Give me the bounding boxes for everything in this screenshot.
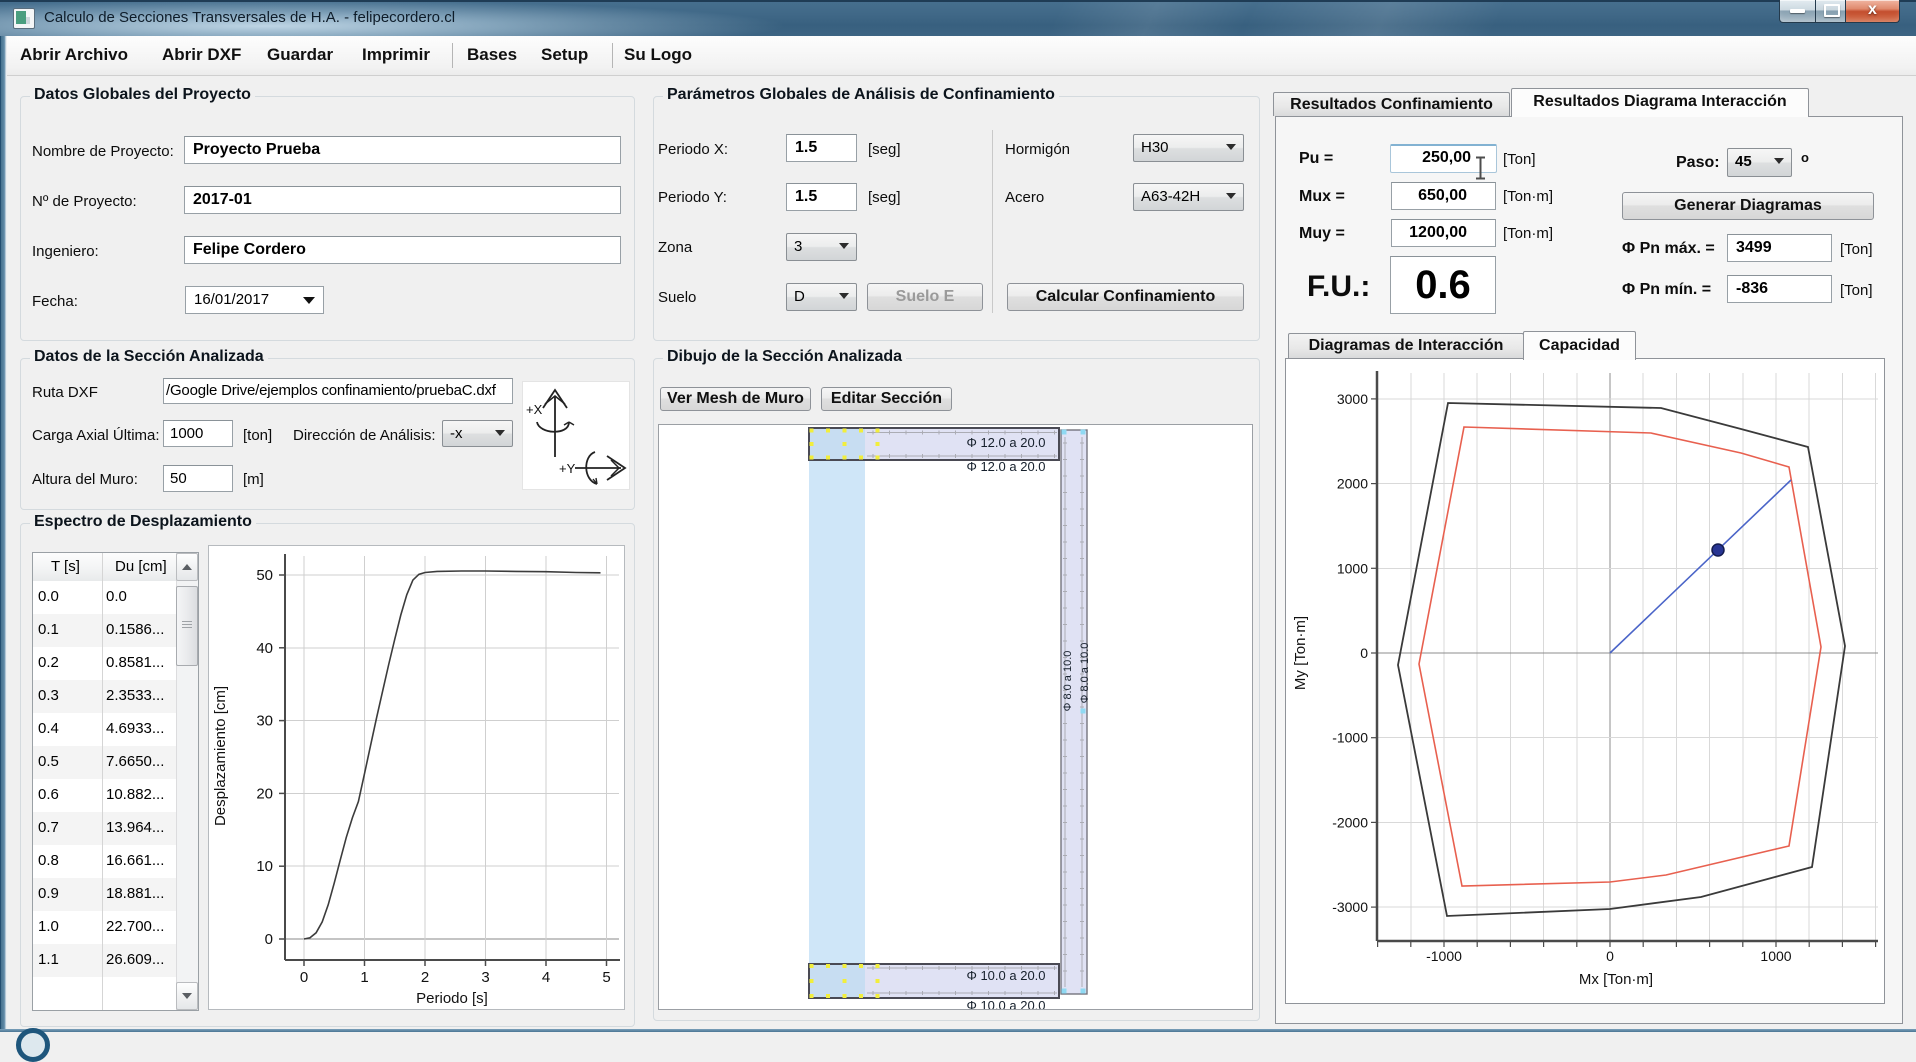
svg-text:5: 5 — [602, 969, 610, 986]
svg-text:2: 2 — [421, 969, 429, 986]
svg-text:Φ 12.0 a 20.0: Φ 12.0 a 20.0 — [966, 435, 1045, 450]
svg-text:-1000: -1000 — [1332, 730, 1368, 746]
svg-text:1000: 1000 — [1337, 560, 1368, 576]
svg-text:50: 50 — [256, 567, 273, 584]
svg-text:40: 40 — [256, 640, 273, 657]
svg-text:-2000: -2000 — [1332, 814, 1368, 830]
svg-text:20: 20 — [256, 785, 273, 802]
svg-text:0: 0 — [1360, 645, 1368, 661]
svg-text:Φ 10.0 a 20.0: Φ 10.0 a 20.0 — [966, 998, 1045, 1009]
svg-text:Φ 12.0 a 20.0: Φ 12.0 a 20.0 — [966, 459, 1045, 474]
svg-text:My [Ton·m]: My [Ton·m] — [1292, 616, 1309, 690]
svg-text:4: 4 — [542, 969, 550, 986]
svg-text:30: 30 — [256, 713, 273, 730]
svg-text:+X: +X — [526, 402, 543, 417]
svg-text:-1000: -1000 — [1426, 948, 1462, 964]
svg-text:Mx [Ton·m]: Mx [Ton·m] — [1579, 971, 1653, 988]
svg-text:2000: 2000 — [1337, 476, 1368, 492]
svg-text:3: 3 — [481, 969, 489, 986]
svg-text:0: 0 — [1606, 948, 1614, 964]
svg-text:Desplazamiento [cm]: Desplazamiento [cm] — [212, 686, 229, 826]
svg-text:Φ 10.0 a 20.0: Φ 10.0 a 20.0 — [966, 968, 1045, 983]
svg-text:Φ 8.0 a 10.0: Φ 8.0 a 10.0 — [1079, 643, 1091, 704]
svg-text:1: 1 — [360, 969, 368, 986]
svg-text:3000: 3000 — [1337, 391, 1368, 407]
svg-text:+Y: +Y — [559, 461, 576, 476]
svg-text:Periodo [s]: Periodo [s] — [416, 990, 488, 1007]
svg-text:-3000: -3000 — [1332, 899, 1368, 915]
svg-text:0: 0 — [300, 969, 308, 986]
svg-text:10: 10 — [256, 858, 273, 875]
svg-text:0: 0 — [265, 931, 273, 948]
svg-text:Φ 8.0 a 10.0: Φ 8.0 a 10.0 — [1062, 651, 1074, 712]
svg-text:1000: 1000 — [1760, 948, 1791, 964]
